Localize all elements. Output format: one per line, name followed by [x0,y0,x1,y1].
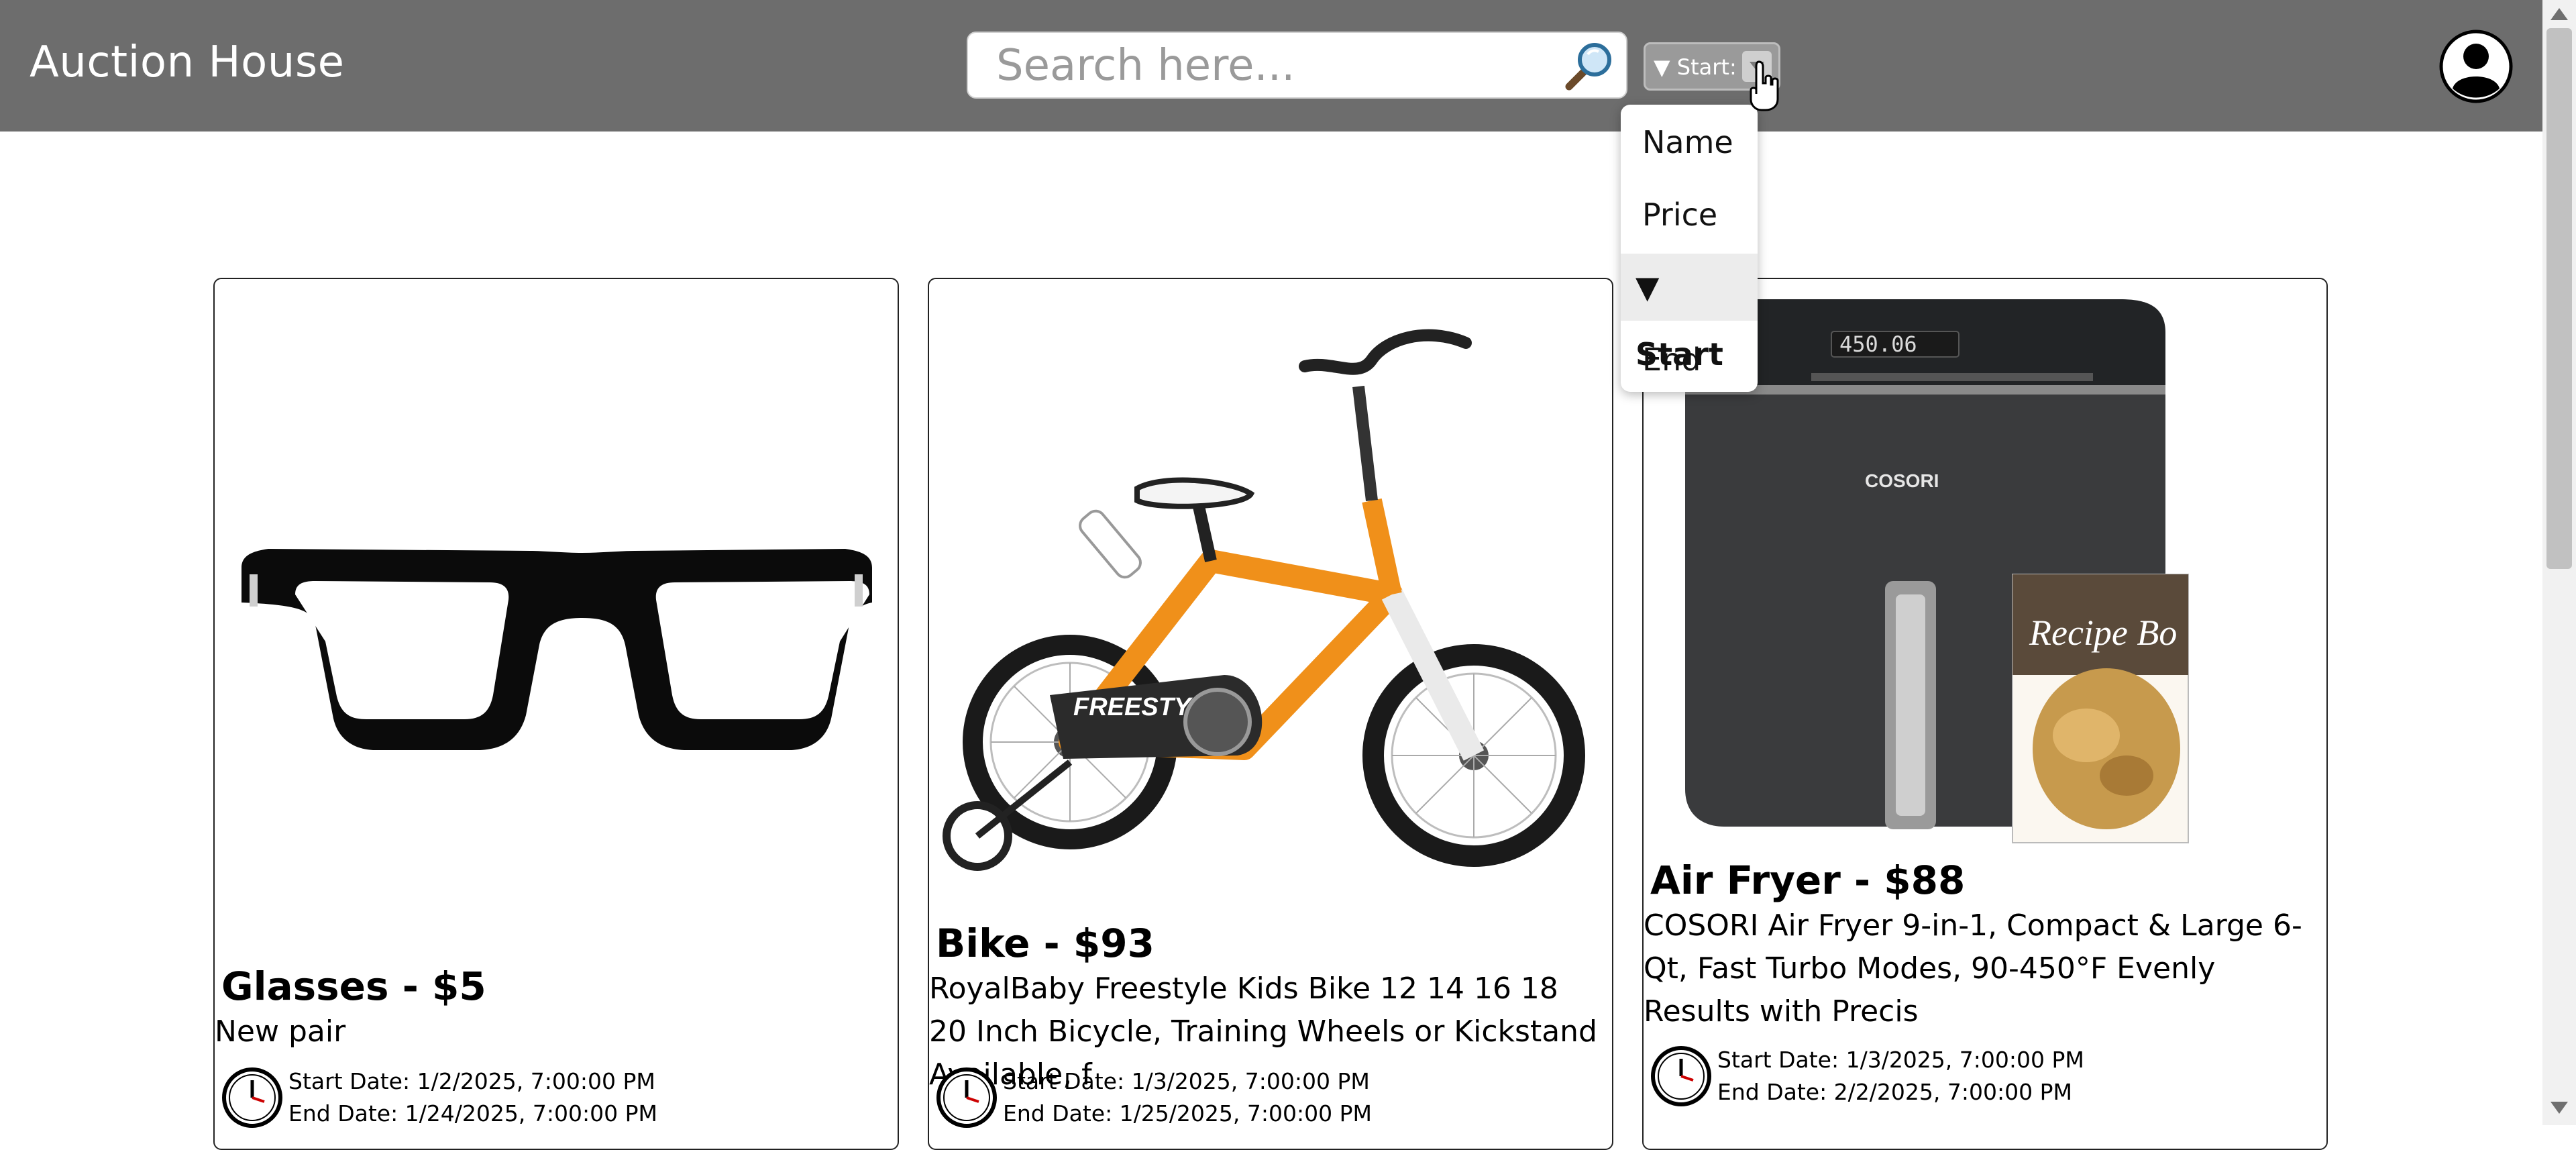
start-date: Start Date: 1/3/2025, 7:00:00 PM [1003,1068,1370,1094]
start-date: Start Date: 1/2/2025, 7:00:00 PM [288,1068,655,1094]
end-date: End Date: 1/25/2025, 7:00:00 PM [1003,1100,1372,1127]
scroll-down-icon[interactable] [2551,1102,2568,1114]
app-title[interactable]: Auction House [30,38,345,87]
sort-select-label: ▼ Start: [1654,54,1737,80]
listing-card-air-fryer[interactable]: 450.06 COSORI Recipe Bo Air Fryer - $88 … [1642,278,2328,1150]
clock-icon [1651,1046,1711,1106]
start-date: Start Date: 1/3/2025, 7:00:00 PM [1717,1047,2084,1073]
sort-dropdown-menu: Name Price ▼ Start End [1621,105,1758,392]
sort-option-price[interactable]: Price [1621,181,1758,248]
vertical-scrollbar[interactable] [2542,0,2576,1125]
clock-icon [222,1067,282,1128]
listing-title: Air Fryer - $88 [1650,857,1966,903]
recipe-book-text: Recipe Bo [2029,613,2177,653]
listing-description: COSORI Air Fryer 9-in-1, Compact & Large… [1644,908,2302,1029]
clock-icon [936,1067,997,1128]
listing-dates: Start Date: 1/3/2025, 7:00:00 PM End Dat… [936,1063,1379,1130]
search-box[interactable] [967,32,1627,99]
scrollbar-thumb[interactable] [2546,28,2572,569]
listing-description: New pair [215,1014,346,1049]
sort-option-start[interactable]: ▼ Start [1621,254,1758,372]
scroll-up-icon[interactable] [2551,8,2568,20]
bike-image: FREESTYLE [943,329,1585,871]
listing-title: Bike - $93 [936,921,1155,966]
sort-option-name[interactable]: Name [1621,109,1758,176]
glasses-image [241,549,872,750]
search-input[interactable] [995,40,1548,92]
user-avatar-icon[interactable] [2439,30,2513,103]
top-header: Auction House ▼ Start: [0,0,2542,132]
listing-card-glasses[interactable]: Glasses - $5 New pair Start Date: 1/2/20… [213,278,899,1150]
end-date: End Date: 1/24/2025, 7:00:00 PM [288,1100,657,1127]
listing-dates: Start Date: 1/2/2025, 7:00:00 PM End Dat… [221,1063,664,1130]
listing-title: Glasses - $5 [221,963,486,1009]
search-icon[interactable] [1558,40,1615,96]
sort-option-end[interactable]: End [1621,326,1758,393]
fryer-display-text: 450.06 [1839,331,1917,357]
end-date: End Date: 2/2/2025, 7:00:00 PM [1717,1079,2072,1105]
listing-card-bike[interactable]: FREESTYLE Bike - $93 RoyalBaby Freestyle… [928,278,1613,1150]
hand-cursor-icon [1750,60,1779,111]
listing-dates: Start Date: 1/3/2025, 7:00:00 PM End Dat… [1650,1041,2093,1108]
fryer-brand-text: COSORI [1865,470,1939,491]
